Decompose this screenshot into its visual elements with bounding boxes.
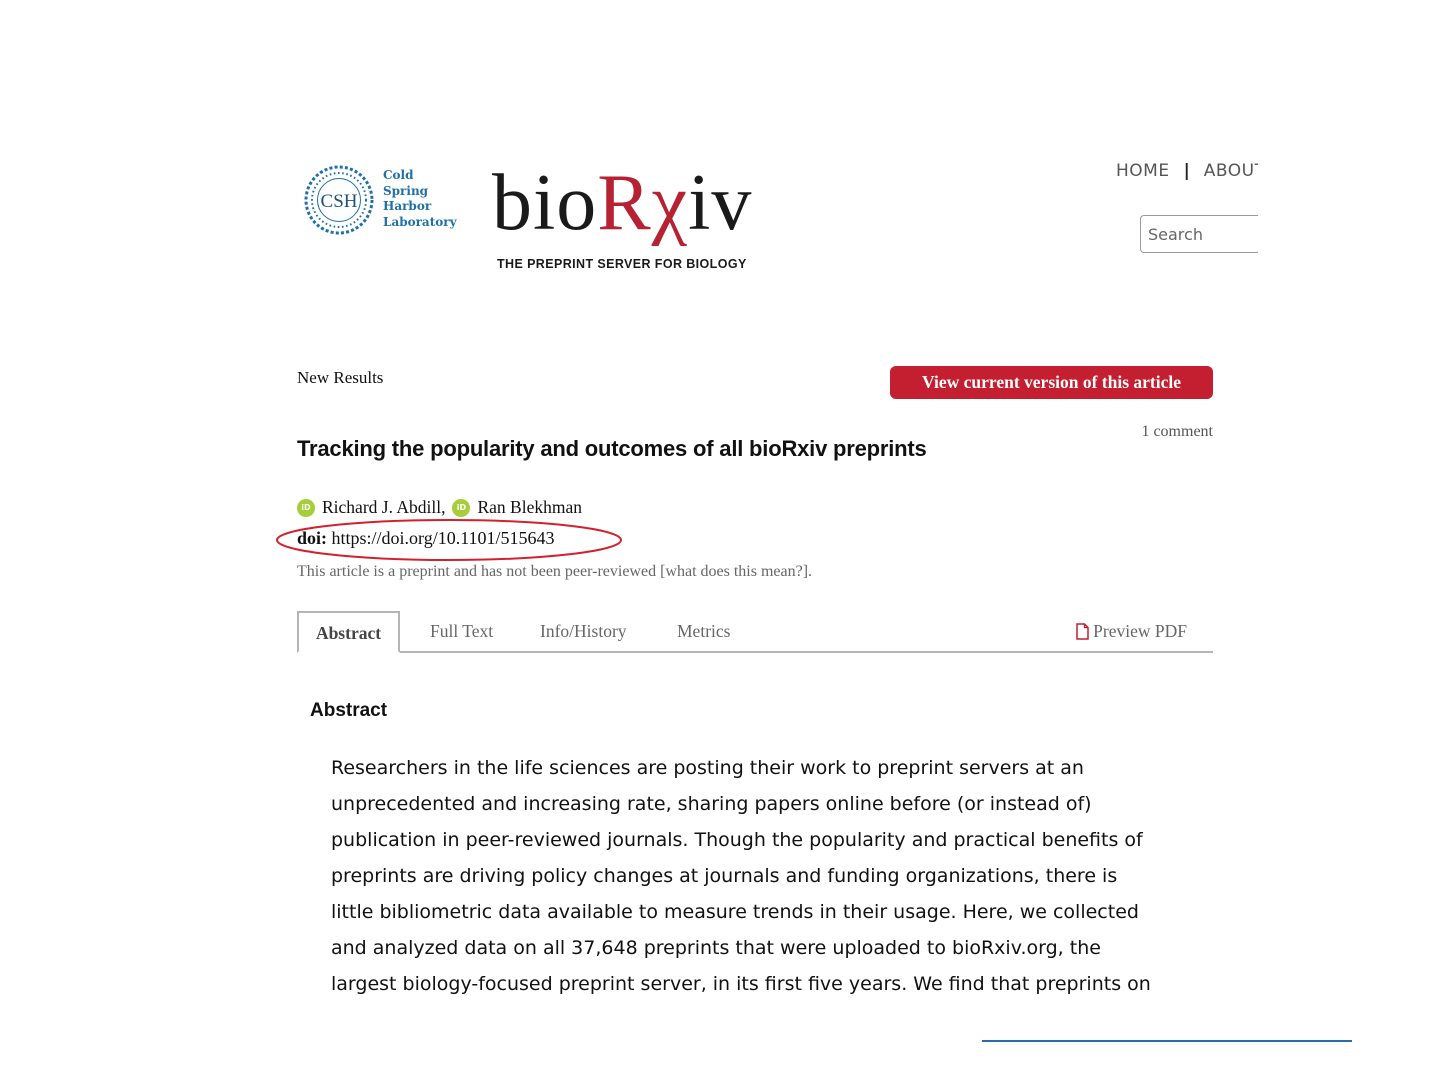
wordmark-prefix: bio (492, 159, 598, 247)
abstract-line: little bibliometric data available to me… (331, 901, 1139, 923)
abstract-line: unprecedented and increasing rate, shari… (331, 793, 1092, 815)
bottom-rule (982, 1040, 1352, 1042)
orcid-icon[interactable]: iD (452, 498, 471, 517)
nav-home[interactable]: HOME (1116, 161, 1170, 181)
wordmark-accent: Rχ (597, 159, 689, 247)
article-tabs: Abstract Full Text Info/History Metrics … (297, 611, 1213, 653)
wordmark-suffix: iv (688, 159, 753, 247)
tab-metrics[interactable]: Metrics (677, 611, 730, 651)
pdf-file-icon (1076, 622, 1089, 640)
article-title: Tracking the popularity and outcomes of … (297, 436, 927, 461)
tab-info-history[interactable]: Info/History (540, 611, 627, 651)
top-nav: HOME | ABOUT (1100, 155, 1258, 265)
view-current-version-button[interactable]: View current version of this article (890, 366, 1213, 399)
biorxiv-logo[interactable]: bioRχiv (492, 158, 752, 248)
csh-line: Spring (383, 183, 429, 198)
abstract-heading: Abstract (310, 700, 388, 721)
tab-abstract[interactable]: Abstract (297, 611, 400, 653)
tab-full-text[interactable]: Full Text (430, 611, 493, 651)
nav-separator: | (1183, 161, 1190, 181)
csh-logo-text: CSH (321, 191, 358, 212)
search-input[interactable] (1140, 215, 1258, 253)
peer-review-note: This article is a preprint and has not b… (297, 563, 813, 580)
csh-line: Cold (383, 168, 414, 182)
abstract-text: Researchers in the life sciences are pos… (331, 750, 1191, 1002)
csh-line: Laboratory (383, 214, 457, 229)
orcid-icon[interactable]: iD (297, 498, 315, 517)
abstract-line: largest biology-focused preprint server,… (331, 973, 1151, 995)
comments-link[interactable]: 1 comment (1141, 423, 1213, 441)
doi-link[interactable]: https://doi.org/10.1101/515643 (332, 528, 555, 548)
author-link[interactable]: Ran Blekhman (477, 497, 582, 518)
doi-label: doi: (297, 528, 328, 548)
abstract-line: Researchers in the life sciences are pos… (331, 757, 1084, 779)
nav-about[interactable]: ABOUT (1204, 161, 1258, 181)
doi-line: doi: https://doi.org/10.1101/515643 (297, 528, 555, 549)
article-type: New Results (297, 368, 384, 387)
author-list: iD Richard J. Abdill, iD Ran Blekhman (297, 497, 582, 518)
csh-line: Harbor (383, 199, 432, 213)
csh-name: Cold Spring Harbor Laboratory (383, 168, 457, 230)
author-link[interactable]: Richard J. Abdill, (322, 497, 445, 518)
preview-pdf-link[interactable]: Preview PDF (1076, 611, 1187, 651)
tagline: THE PREPRINT SERVER FOR BIOLOGY (497, 257, 747, 271)
abstract-line: and analyzed data on all 37,648 preprint… (331, 937, 1101, 959)
abstract-line: publication in peer-reviewed journals. T… (331, 829, 1143, 851)
preview-pdf-label: Preview PDF (1093, 621, 1187, 641)
abstract-line: preprints are driving policy changes at … (331, 865, 1118, 887)
